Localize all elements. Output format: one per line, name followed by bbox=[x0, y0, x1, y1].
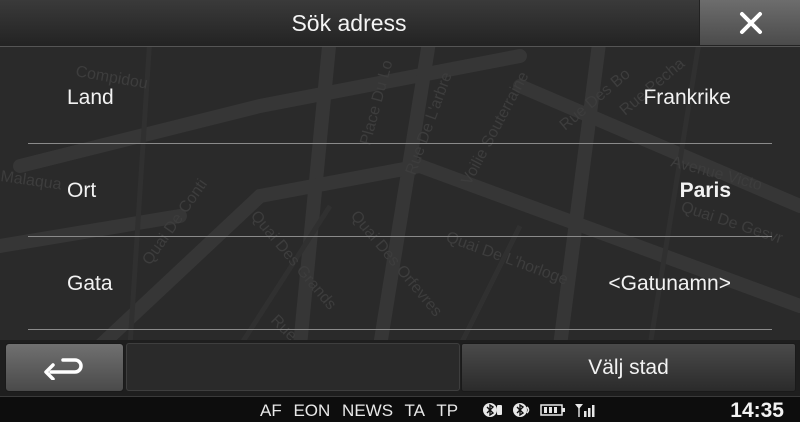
row-street[interactable]: Gata <Gatunamn> bbox=[28, 236, 772, 330]
row-country-value: Frankrike bbox=[643, 86, 731, 109]
signal-strength-icon bbox=[575, 404, 595, 417]
back-button[interactable] bbox=[5, 343, 124, 392]
rds-tp: TP bbox=[436, 401, 459, 420]
navigation-screen: Compidou Place Du Lo Rue De L'arbre Voil… bbox=[0, 0, 800, 422]
row-country[interactable]: Land Frankrike bbox=[28, 50, 772, 144]
bluetooth-phone-icon bbox=[483, 403, 502, 417]
rds-news: NEWS bbox=[342, 401, 394, 420]
row-city-label: Ort bbox=[67, 179, 97, 202]
select-city-button[interactable]: Välj stad bbox=[461, 343, 796, 392]
battery-icon bbox=[540, 404, 565, 416]
page-title: Sök adress bbox=[291, 10, 407, 36]
rds-ta: TA bbox=[404, 401, 425, 420]
close-button[interactable] bbox=[699, 0, 800, 45]
row-street-value: <Gatunamn> bbox=[608, 272, 731, 295]
rds-indicators: AF EON NEWS TA TP bbox=[260, 397, 465, 422]
header-bar: Sök adress bbox=[0, 0, 800, 47]
close-icon bbox=[739, 11, 762, 34]
empty-input-area bbox=[126, 343, 460, 391]
return-arrow-icon bbox=[43, 357, 83, 380]
row-city-value: Paris bbox=[679, 179, 731, 202]
rds-eon: EON bbox=[293, 401, 331, 420]
bluetooth-audio-icon bbox=[513, 403, 530, 417]
status-icons bbox=[482, 401, 596, 419]
row-city[interactable]: Ort Paris bbox=[28, 143, 772, 237]
action-bar: Välj stad bbox=[0, 340, 800, 396]
row-country-label: Land bbox=[67, 86, 114, 109]
clock: 14:35 bbox=[730, 399, 784, 422]
status-bar: AF EON NEWS TA TP 14:35 bbox=[0, 396, 800, 422]
rds-af: AF bbox=[260, 401, 282, 420]
row-street-label: Gata bbox=[67, 272, 113, 295]
